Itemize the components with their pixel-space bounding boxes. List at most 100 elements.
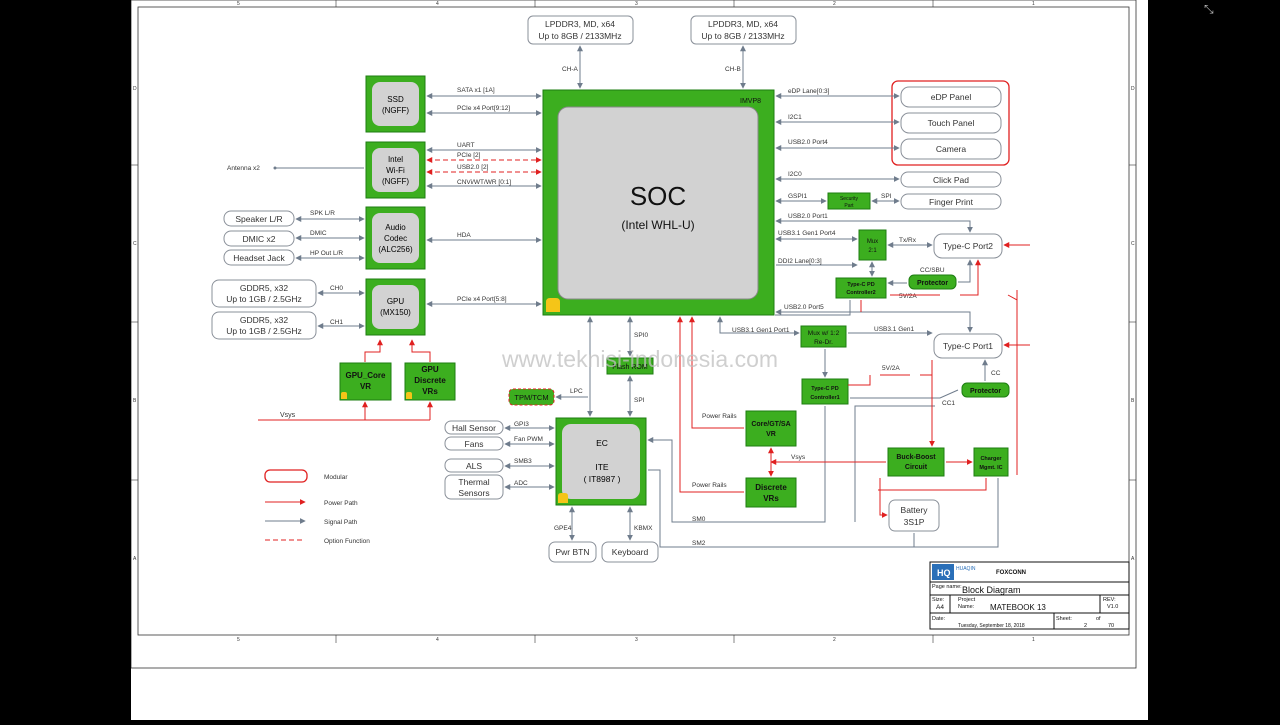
gpu-part: (MX150) (380, 308, 411, 317)
size-value: A4 (936, 604, 944, 611)
mux-redr-line1: Mux w/ 1:2 (808, 330, 840, 337)
usb4-label: USB2.0 Port4 (788, 139, 828, 146)
gpu-discrete-vrs: GPU Discrete VRs (404, 362, 456, 401)
hall-sensor-label: Hall Sensor (452, 423, 496, 433)
ddi2-label: DDI2 Lane[0:3] (778, 258, 822, 265)
gpu-disc-line1: GPU (421, 365, 439, 374)
sheet-label: Sheet: (1056, 616, 1072, 622)
ssd-block: SSD (NGFF) (365, 75, 426, 133)
col-mark: 2 (833, 1, 836, 7)
soc-title: SOC (630, 181, 686, 211)
charger-line2: Mgmt. IC (979, 465, 1002, 471)
memory-cha-box: LPDDR3, MD, x64 Up to 8GB / 2133MHz (527, 15, 634, 45)
charger-ic-block: Charger Mgmt. IC (973, 447, 1009, 477)
i2c0-label: I2C0 (788, 171, 802, 178)
row-mark: D (133, 86, 137, 92)
legend-power: Power Path (324, 500, 358, 507)
pcie-gpu-label: PCIe x4 Port[5:8] (457, 296, 507, 303)
gpu-core-vr-line1: GPU_Core (345, 371, 386, 380)
gpi3-label: GPI3 (514, 421, 529, 428)
size-label: Size: (932, 597, 945, 603)
wifi-label2: Wi-Fi (386, 166, 405, 175)
fanpwm-label: Fan PWM (514, 436, 543, 443)
spi0-label: SPI0 (634, 332, 648, 339)
security-line1: Security (840, 196, 859, 202)
wifi-form: (NGFF) (382, 177, 409, 186)
buck-boost-block: Buck-Boost Circuit (887, 447, 945, 477)
pcie2-label: PCIe [2] (457, 152, 481, 159)
lpc-label: LPC (570, 388, 583, 395)
rev-label: REV: (1103, 597, 1116, 603)
audio-label2: Codec (384, 234, 407, 243)
gpu-disc-line3: VRs (422, 387, 438, 396)
project-value: MATEBOOK 13 (990, 603, 1046, 612)
soc-block: SOC (Intel WHL-U) IMVP8 (542, 89, 775, 316)
clickpad-label: Click Pad (933, 175, 969, 185)
col-mark: 2 (833, 637, 836, 643)
row-mark: B (1131, 398, 1135, 404)
dmic-label: DMIC (310, 230, 327, 237)
usb1-label: USB2.0 Port1 (788, 213, 828, 220)
legend-option: Option Function (324, 538, 370, 545)
sheet-value: 2 (1084, 623, 1087, 629)
thermal-line2: Sensors (458, 488, 489, 498)
gpu-core-vr-line2: VR (360, 382, 371, 391)
row-mark: A (1131, 556, 1135, 562)
memory-cha-line2: Up to 8GB / 2133MHz (538, 31, 621, 41)
gpu-core-vr: GPU_Core VR (339, 362, 392, 401)
row-mark: C (133, 241, 137, 247)
gpu-block: GPU (MX150) (365, 278, 426, 336)
usb31g1-label: USB3.1 Gen1 (874, 326, 914, 333)
wifi-block: Intel Wi-Fi (NGFF) (365, 141, 426, 199)
pd2-line2: Controller2 (846, 290, 875, 296)
ssd-form: (NGFF) (382, 106, 409, 115)
watermark: www.teknisi-indonesia.com (501, 346, 778, 372)
pcie-ssd-label: PCIe x4 Port[9:12] (457, 105, 510, 112)
wifi-label: Intel (388, 155, 403, 164)
fullscreen-icon[interactable]: ⤡ (1204, 2, 1218, 16)
logo-name: HUAQIN (956, 566, 976, 572)
mux-line2: 2:1 (868, 248, 877, 254)
power-rails-b-label: Power Rails (692, 482, 727, 489)
core-gt-sa-vr-block: Core/GT/SA VR (745, 410, 797, 447)
mux-21-block: Mux 2:1 (858, 229, 887, 261)
gspi1-label: GSPI1 (788, 193, 808, 200)
audio-part: (ALC256) (378, 245, 413, 254)
keyboard-label: Keyboard (612, 547, 649, 557)
gddr0-line1: GDDR5, x32 (240, 283, 288, 293)
audio-label: Audio (385, 223, 406, 232)
touch-panel-label: Touch Panel (928, 118, 975, 128)
pd1-line2: Controller1 (810, 395, 839, 401)
usb5-label: USB2.0 Port5 (784, 304, 824, 311)
charger-line1: Charger (980, 456, 1002, 462)
sata-label: SATA x1 [1A] (457, 87, 495, 94)
col-mark: 3 (635, 637, 638, 643)
hda-label: HDA (457, 232, 471, 239)
ec-block: EC ITE ( IT8987 ) (555, 417, 647, 506)
vsys-left-label: Vsys (280, 412, 296, 419)
total-value: 70 (1108, 623, 1114, 629)
pd2-line1: Type-C PD (847, 282, 874, 288)
power-rails-a-label: Power Rails (702, 413, 737, 420)
ccsbu-label: CC/SBU (920, 267, 945, 274)
ch0-label: CH0 (330, 285, 343, 292)
txrx-label: Tx/Rx (899, 237, 917, 244)
mux-redriver-block: Mux w/ 1:2 Re-Dr. (800, 325, 847, 348)
col-mark: 1 (1032, 1, 1035, 7)
buck-line1: Buck-Boost (896, 454, 936, 461)
col-mark: 4 (436, 637, 439, 643)
memory-chb-line2: Up to 8GB / 2133MHz (701, 31, 784, 41)
protector-bottom-label: Protector (970, 388, 1001, 395)
col-mark: 1 (1032, 637, 1035, 643)
security-line2: Part (844, 203, 854, 209)
page-name-value: Block Diagram (962, 585, 1021, 595)
usb31p4-label: USB3.1 Gen1 Port4 (778, 230, 836, 237)
gddr1-line1: GDDR5, x32 (240, 315, 288, 325)
gpu-disc-line2: Discrete (414, 376, 446, 385)
row-mark: A (133, 556, 137, 562)
kbmx-label: KBMX (634, 525, 653, 532)
date-label: Date: (932, 616, 946, 622)
smb3-label: SMB3 (514, 458, 532, 465)
sm0-label: SM0 (692, 516, 706, 523)
fingerprint-label: Finger Print (929, 197, 974, 207)
